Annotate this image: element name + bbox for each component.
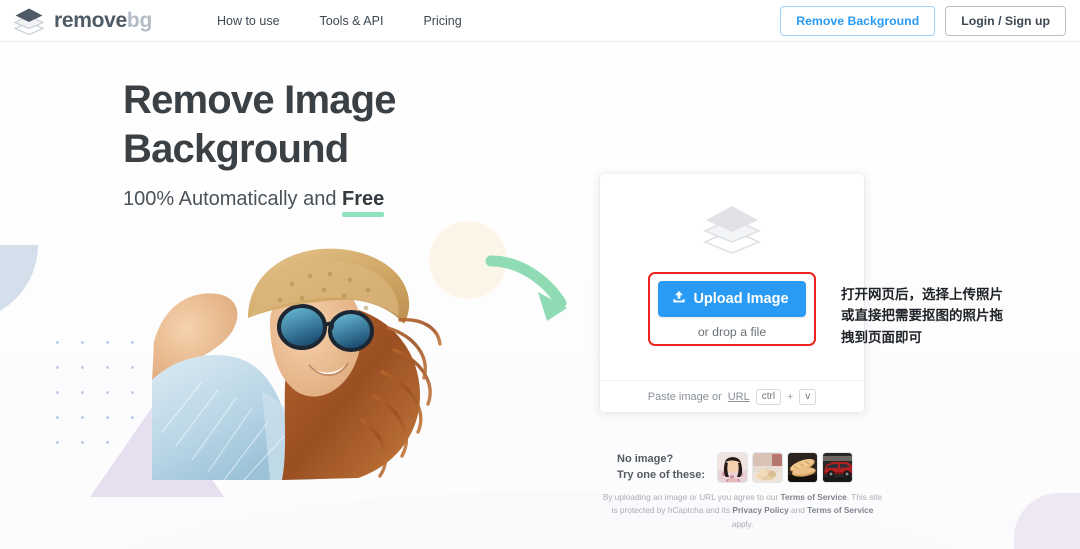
legal-text-1: By uploading an image or URL you agree t… [602, 492, 781, 502]
thumbnail-woman[interactable] [717, 452, 749, 484]
annotation-line-2: 或直接把需要抠图的照片拖 [841, 308, 1003, 325]
hero-subtitle-highlight: Free [342, 187, 385, 217]
thumbnail-dog[interactable] [752, 452, 784, 484]
brand-text: removebg [54, 9, 152, 33]
remove-bg-landing-page: removebg How to use Tools & API Pricing … [0, 0, 1080, 549]
legal-text-4: apply. [731, 518, 754, 529]
free-underline [342, 211, 385, 217]
header-actions: Remove Background Login / Sign up [780, 5, 1066, 36]
nav-item-pricing[interactable]: Pricing [403, 8, 481, 34]
privacy-policy-link[interactable]: Privacy Policy [732, 505, 788, 515]
remove-background-button[interactable]: Remove Background [780, 5, 936, 36]
decor-quarter-circle [0, 245, 38, 321]
upload-image-label: Upload Image [693, 291, 789, 307]
key-plus: + [787, 390, 794, 403]
annotation-line-3: 拽到页面即可 [841, 329, 922, 346]
login-signup-button[interactable]: Login / Sign up [945, 5, 1066, 36]
hero-free-label: Free [342, 187, 385, 210]
terms-of-service-link-1[interactable]: Terms of Service [781, 492, 847, 502]
hero-subtitle-text: 100% Automatically and [123, 187, 343, 210]
decor-bottom-curve [0, 491, 1080, 549]
hero-subtitle: 100% Automatically and Free [123, 187, 396, 217]
key-ctrl: ctrl [755, 388, 782, 405]
thumbnail-car[interactable] [822, 452, 854, 484]
upload-arrow-icon [672, 290, 686, 308]
hero-section: Remove Image Background 100% Automatical… [123, 76, 397, 217]
chinese-annotation-text: 打开网页后，选择上传照片 或直接把需要抠图的照片拖 拽到页面即可 [841, 285, 1041, 349]
hero-photo [152, 232, 444, 480]
terms-of-service-link-2[interactable]: Terms of Service [807, 505, 873, 515]
nav-item-how-to-use[interactable]: How to use [197, 8, 300, 34]
layers-diamond-icon [701, 204, 763, 254]
paste-url-link[interactable]: URL [728, 391, 750, 403]
brand-text-secondary: bg [126, 8, 152, 32]
site-header: removebg How to use Tools & API Pricing … [0, 0, 1080, 42]
layers-diamond-icon [13, 7, 45, 35]
hero-title-line1: Remove Image [123, 78, 397, 122]
sample-images-label: No image? Try one of these: [617, 452, 705, 484]
drop-file-text: or drop a file [697, 325, 767, 339]
curved-arrow-icon [485, 255, 585, 335]
nav-item-tools-api[interactable]: Tools & API [300, 8, 404, 34]
page-title: Remove Image Background [123, 76, 397, 174]
sample-thumbnails [717, 452, 854, 484]
upload-card: Upload Image or drop a file Paste image … [600, 174, 864, 412]
upload-dropzone[interactable]: Upload Image or drop a file [600, 174, 864, 380]
no-image-label: No image? [617, 453, 674, 465]
main-navigation: How to use Tools & API Pricing [197, 8, 482, 34]
key-v: v [799, 388, 817, 405]
legal-disclaimer: By uploading an image or URL you agree t… [600, 491, 885, 531]
sample-images-section: No image? Try one of these: [617, 452, 854, 484]
brand-logo[interactable]: removebg [13, 7, 152, 35]
paste-image-row: Paste image or URL ctrl + v [600, 380, 864, 412]
annotation-highlight-box: Upload Image or drop a file [648, 272, 816, 346]
annotation-line-1: 打开网页后，选择上传照片 [841, 287, 1003, 303]
legal-text-3: and [788, 505, 808, 516]
decor-corner-shape [1014, 493, 1080, 549]
try-one-label: Try one of these: [617, 468, 706, 481]
paste-prefix-label: Paste image or [647, 390, 722, 403]
hero-title-line2: Background [123, 126, 349, 171]
brand-text-primary: remove [54, 8, 127, 32]
thumbnail-bread[interactable] [787, 452, 819, 484]
upload-image-button[interactable]: Upload Image [658, 281, 806, 317]
